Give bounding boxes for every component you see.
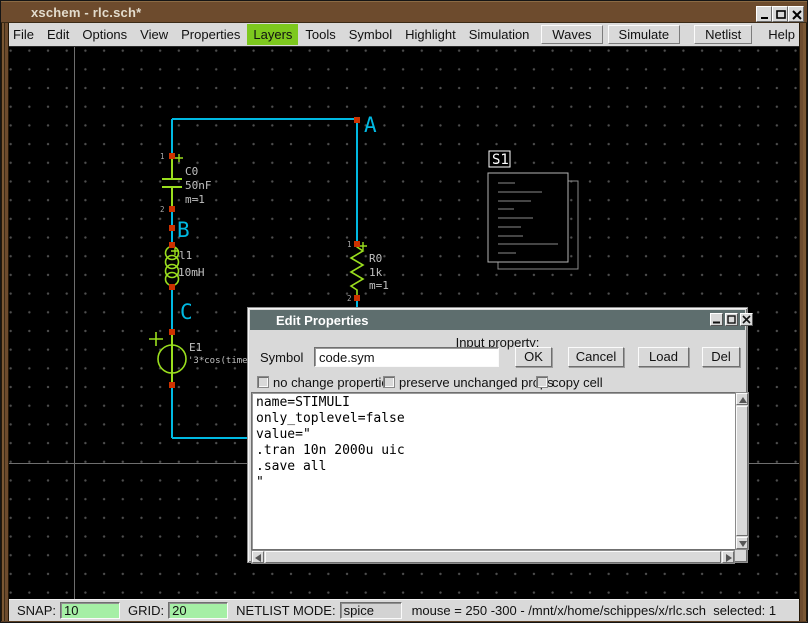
inductor-symbol[interactable] [166, 245, 180, 287]
net-label-c[interactable]: C [180, 300, 193, 324]
vertical-scrollbar[interactable] [735, 392, 749, 550]
window-frame-left [1, 23, 9, 623]
source-name: E1 [189, 341, 202, 354]
checkbox-row: no change properties preserve unchanged … [248, 375, 747, 390]
menu-highlight[interactable]: Highlight [399, 24, 462, 45]
menu-properties[interactable]: Properties [175, 24, 246, 45]
menubar-right-buttons: Waves Simulate Netlist Help [541, 23, 808, 46]
inductor-value: 10mH [178, 266, 205, 279]
plus-icon [149, 332, 163, 346]
maximize-icon [727, 315, 736, 324]
net-label-b[interactable]: B [177, 218, 190, 242]
capacitor-mult: m=1 [185, 193, 205, 206]
load-button[interactable]: Load [638, 347, 689, 367]
symbol-label: Symbol [260, 350, 303, 365]
symbol-input[interactable] [314, 347, 499, 367]
capacitor-symbol[interactable] [162, 154, 183, 209]
maximize-icon [775, 9, 787, 21]
xschem-window: xschem - rlc.sch* File Edit Options View… [0, 0, 808, 623]
scroll-up-icon[interactable] [736, 393, 748, 405]
menu-view[interactable]: View [134, 24, 174, 45]
resistor-value: 1k [369, 266, 383, 279]
capacitor-pin1-number: 1 [160, 152, 165, 161]
edit-properties-dialog: Edit Properties Input property: Symbol O… [247, 307, 748, 563]
source-symbol[interactable] [149, 332, 186, 385]
plus-icon [175, 154, 183, 162]
inductor-name: l1 [179, 249, 192, 262]
minimize-icon [712, 315, 721, 324]
netlist-mode-label: NETLIST MODE: [236, 603, 335, 618]
close-icon [742, 315, 751, 324]
menu-tools[interactable]: Tools [299, 24, 341, 45]
code-block-name: S1 [492, 152, 509, 168]
statusbar-info: mouse = 250 -300 - /mnt/x/home/schippes/… [412, 603, 777, 618]
dialog-titlebar[interactable]: Edit Properties [250, 310, 745, 330]
close-button[interactable] [788, 6, 804, 22]
preserve-unchanged-props-label: preserve unchanged props [399, 375, 554, 390]
no-change-properties-checkbox[interactable] [257, 376, 269, 388]
capacitor-name: C0 [185, 165, 198, 178]
resistor-pin2-number: 2 [347, 294, 352, 303]
maximize-button[interactable] [772, 6, 788, 22]
preserve-unchanged-props-checkbox[interactable] [383, 376, 395, 388]
waves-button[interactable]: Waves [541, 25, 602, 44]
horizontal-scrollbar[interactable] [251, 550, 735, 564]
menu-symbol[interactable]: Symbol [343, 24, 398, 45]
symbol-row: Symbol OK Cancel Load Del [248, 347, 747, 367]
snap-label: SNAP: [17, 603, 56, 618]
netlist-mode-input[interactable] [340, 602, 402, 619]
del-button[interactable]: Del [702, 347, 740, 367]
dialog-close-button[interactable] [740, 313, 753, 326]
statusbar: SNAP: GRID: NETLIST MODE: mouse = 250 -3… [9, 599, 801, 621]
capacitor-pin2-number: 2 [160, 205, 165, 214]
menu-layers[interactable]: Layers [247, 24, 298, 45]
window-titlebar[interactable]: xschem - rlc.sch* [1, 1, 808, 23]
capacitor-value: 50nF [185, 179, 212, 192]
dialog-title: Edit Properties [276, 313, 368, 328]
resistor-pin1-number: 1 [347, 240, 352, 249]
snap-input[interactable] [60, 602, 120, 619]
scroll-left-icon[interactable] [252, 551, 264, 563]
scroll-right-icon[interactable] [722, 551, 734, 563]
resistor-name: R0 [369, 252, 382, 265]
simulate-button[interactable]: Simulate [608, 25, 681, 44]
netlist-button[interactable]: Netlist [694, 25, 752, 44]
net-label-a[interactable]: A [364, 113, 377, 137]
window-frame-right [799, 23, 807, 623]
menubar: File Edit Options View Properties Layers… [2, 23, 808, 47]
close-icon [791, 9, 803, 21]
no-change-properties-label: no change properties [273, 375, 395, 390]
copy-cell-checkbox[interactable] [536, 376, 548, 388]
vertical-scroll-thumb[interactable] [736, 406, 748, 536]
scroll-down-icon[interactable] [736, 537, 748, 549]
code-block-symbol[interactable]: S1 [488, 151, 578, 269]
ok-button[interactable]: OK [515, 347, 552, 367]
window-title: xschem - rlc.sch* [31, 5, 141, 20]
copy-cell-label: copy cell [552, 375, 603, 390]
grid-input[interactable] [168, 602, 228, 619]
menu-edit[interactable]: Edit [41, 24, 75, 45]
minimize-button[interactable] [756, 6, 772, 22]
cancel-button[interactable]: Cancel [568, 347, 624, 367]
menu-simulation[interactable]: Simulation [463, 24, 536, 45]
dialog-minimize-button[interactable] [710, 313, 723, 326]
grid-label: GRID: [128, 603, 164, 618]
minimize-icon [759, 9, 771, 21]
menu-file[interactable]: File [7, 24, 40, 45]
properties-textarea[interactable]: name=STIMULI only_toplevel=false value="… [251, 392, 735, 550]
dialog-maximize-button[interactable] [725, 313, 738, 326]
horizontal-scroll-thumb[interactable] [265, 551, 721, 563]
resistor-symbol[interactable] [351, 242, 367, 298]
menu-options[interactable]: Options [76, 24, 133, 45]
resistor-mult: m=1 [369, 279, 389, 292]
